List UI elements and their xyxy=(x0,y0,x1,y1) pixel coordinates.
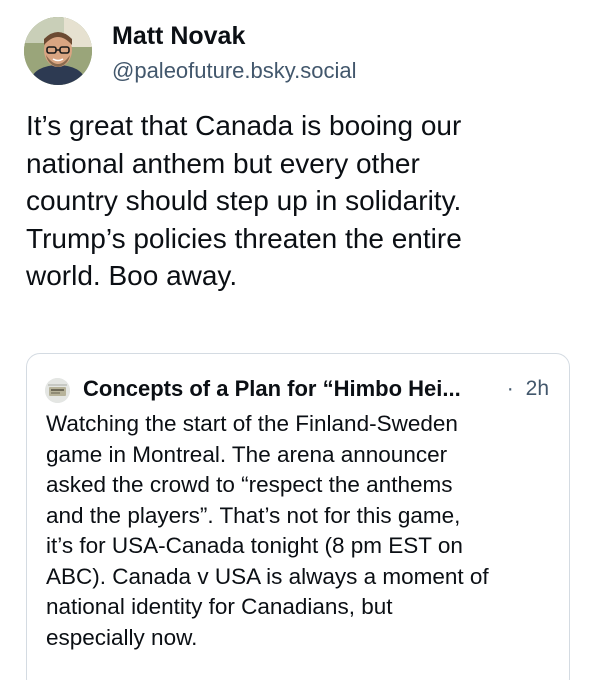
quoted-text-line: and the players”. That’s not for this ga… xyxy=(46,502,461,528)
quoted-author-avatar[interactable] xyxy=(45,378,70,403)
quoted-text-line: national identity for Canadians, but xyxy=(46,594,393,619)
author-name[interactable]: Matt Novak xyxy=(112,22,245,51)
post-text-line: world. Boo away. xyxy=(26,260,238,291)
quoted-post-text: Watching the start of the Finland-Sweden… xyxy=(46,409,556,653)
quoted-post-time[interactable]: 2h xyxy=(526,377,549,400)
post: Matt Novak @paleofuture.bsky.social It’s… xyxy=(0,0,596,680)
author-avatar[interactable] xyxy=(24,17,92,85)
post-text-line: It’s great that Canada is booing our xyxy=(26,110,462,141)
post-text-line: Trump’s policies threaten the entire xyxy=(26,222,462,254)
post-text-line: country should step up in solidarity. xyxy=(26,185,462,216)
quoted-text-line: it’s for USA-Canada tonight (8 pm EST on xyxy=(46,533,463,558)
quoted-text-line: game in Montreal. The arena announcer xyxy=(46,441,448,467)
quoted-text-line: ABC). Canada v USA is always a moment of xyxy=(46,563,489,589)
author-handle[interactable]: @paleofuture.bsky.social xyxy=(112,58,357,84)
meta-separator: · xyxy=(506,377,514,400)
quoted-post-meta: · 2h xyxy=(507,377,549,401)
quoted-author-name[interactable]: Concepts of a Plan for “Himbo Hei... xyxy=(83,376,461,402)
profile-photo-icon xyxy=(24,17,92,85)
quoted-text-line: Watching the start of the Finland-Sweden xyxy=(46,411,458,436)
quoted-profile-icon xyxy=(45,378,70,403)
quoted-post-card[interactable]: Concepts of a Plan for “Himbo Hei... · 2… xyxy=(26,353,570,680)
post-text: It’s great that Canada is booing our nat… xyxy=(26,107,574,295)
post-text-line: national anthem but every other xyxy=(26,147,420,179)
quoted-text-line: asked the crowd to “respect the anthems xyxy=(46,472,453,497)
quoted-text-line: especially now. xyxy=(46,624,198,650)
